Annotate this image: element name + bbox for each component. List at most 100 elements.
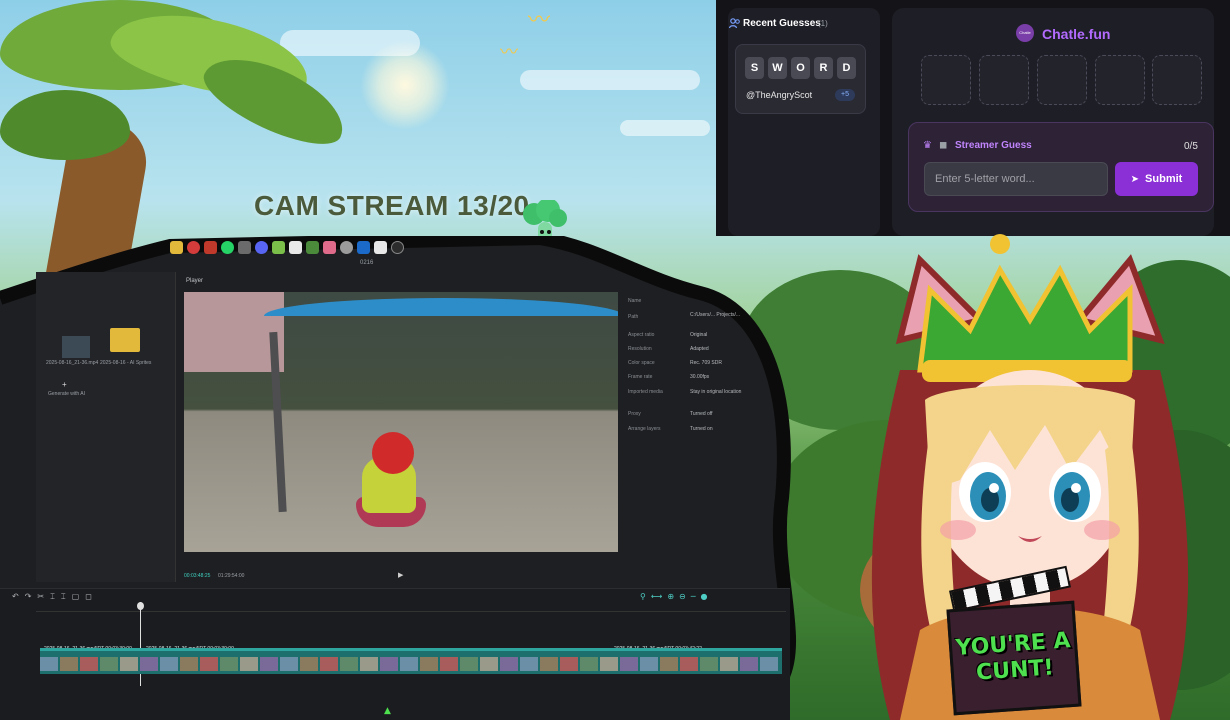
clip-frame — [80, 657, 98, 671]
media-label: 2025-08-16 - AI Sprites — [100, 360, 152, 366]
clip-frame — [300, 657, 318, 671]
property-label: Color space — [628, 360, 655, 366]
clip-frame — [140, 657, 158, 671]
whatsapp-icon[interactable] — [221, 240, 234, 254]
property-label: Name — [628, 298, 642, 304]
property-label: Resolution — [628, 346, 652, 352]
clip-frame — [340, 657, 358, 671]
letter-slot — [1152, 55, 1202, 105]
property-label: Path — [628, 314, 639, 320]
app-icon[interactable] — [340, 240, 353, 254]
clip-frame — [660, 657, 678, 671]
pillar — [269, 331, 287, 513]
clip-frame — [40, 657, 58, 671]
clip-frame — [580, 657, 598, 671]
property-value: Original — [690, 332, 708, 338]
clip-frame — [420, 657, 438, 671]
video-player[interactable] — [184, 292, 618, 552]
clip-frame — [720, 657, 738, 671]
clip-frame — [460, 657, 478, 671]
clip-frame — [740, 657, 758, 671]
clip-frame — [520, 657, 538, 671]
clip-frame — [700, 657, 718, 671]
media-thumbnail[interactable] — [62, 336, 90, 358]
timeline-controls[interactable]: ⚲⟷⊕⊖─● — [640, 592, 713, 601]
generate-label[interactable]: Generate with AI — [48, 391, 85, 397]
character-head — [372, 432, 414, 474]
property-value: 30.00fps — [690, 374, 710, 380]
clip-frame — [280, 657, 298, 671]
guess-username: @TheAngryScot — [746, 90, 813, 100]
crown-icon: ♛ — [923, 140, 932, 151]
bird-icon: 〰 — [500, 42, 518, 63]
chatle-logo: Chatle — [1016, 24, 1034, 42]
clip-frame — [100, 657, 118, 671]
timeline-toolbar[interactable]: ↶↷✂⌶⌶▢◻ — [12, 592, 98, 602]
letter-tile: O — [791, 57, 810, 79]
folder-icon[interactable] — [110, 328, 140, 352]
property-value: Stay in original location — [690, 389, 742, 395]
letter-slot — [1095, 55, 1145, 105]
play-icon[interactable]: ▶ — [398, 571, 403, 579]
property-value: Adapted — [690, 346, 709, 352]
clip-frame — [360, 657, 378, 671]
brand-title: Chatle.fun — [1042, 26, 1111, 42]
clip-frame — [400, 657, 418, 671]
letter-tile: W — [768, 57, 787, 79]
clip-frame — [260, 657, 278, 671]
app-icon[interactable] — [272, 240, 285, 254]
clip-frame — [760, 657, 778, 671]
clip-frame — [560, 657, 578, 671]
capcut-icon[interactable] — [289, 240, 302, 254]
playhead-handle[interactable] — [137, 602, 144, 610]
clip-frame — [240, 657, 258, 671]
steam-icon[interactable] — [357, 240, 370, 254]
clip-frame — [640, 657, 658, 671]
clip-frame — [600, 657, 618, 671]
palm-leaf — [0, 90, 130, 160]
app-icon[interactable] — [323, 240, 336, 254]
score-badge: +5 — [835, 89, 855, 101]
video-clip-track[interactable] — [40, 648, 782, 674]
guess-card — [735, 44, 866, 114]
cloud — [620, 120, 710, 136]
stream-title: CAM STREAM 13/20 — [254, 190, 530, 221]
submit-button[interactable]: ➤ Submit — [1115, 162, 1198, 196]
users-icon — [729, 18, 740, 29]
obs-icon[interactable] — [391, 240, 404, 254]
folder-icon[interactable] — [170, 240, 183, 254]
letter-slot — [979, 55, 1029, 105]
media-label: 2025-08-16_21-36.mp4 — [46, 360, 99, 366]
app-icon[interactable] — [306, 240, 319, 254]
clip-frame — [180, 657, 198, 671]
word-input[interactable] — [924, 162, 1108, 196]
property-label: Aspect ratio — [628, 332, 655, 338]
clip-frame — [320, 657, 338, 671]
player-label: Player — [186, 278, 204, 284]
timeline-ruler[interactable] — [36, 604, 786, 612]
bird-icon: 〰 — [528, 8, 551, 33]
property-label: Proxy — [628, 411, 641, 417]
plus-icon[interactable]: + — [62, 380, 67, 389]
recent-guesses-count: (1) — [818, 19, 828, 28]
properties-panel: Name Path C:/Users/... Projects/... Aspe… — [624, 290, 774, 560]
sign-board: YOU'RE A CUNT! — [946, 600, 1082, 716]
clip-frame — [60, 657, 78, 671]
app-icon[interactable] — [238, 240, 251, 254]
clip-frame — [220, 657, 238, 671]
clip-frame — [380, 657, 398, 671]
streamer-guess-count: 0/5 — [1184, 141, 1198, 152]
property-label: Imported media — [628, 389, 663, 395]
browser-icon[interactable] — [187, 240, 200, 254]
app-icon[interactable] — [204, 240, 217, 254]
clip-frame — [440, 657, 458, 671]
discord-icon[interactable] — [255, 240, 268, 254]
gamepad-icon: ◼ — [939, 140, 948, 151]
recent-guesses-panel — [728, 8, 880, 236]
property-value: C:/Users/... Projects/... — [690, 312, 741, 318]
capcut-icon[interactable] — [374, 240, 387, 254]
send-icon: ➤ — [1130, 173, 1140, 185]
cloud — [520, 70, 700, 90]
property-label: Frame rate — [628, 374, 653, 380]
window-title: 0216 — [360, 260, 374, 266]
